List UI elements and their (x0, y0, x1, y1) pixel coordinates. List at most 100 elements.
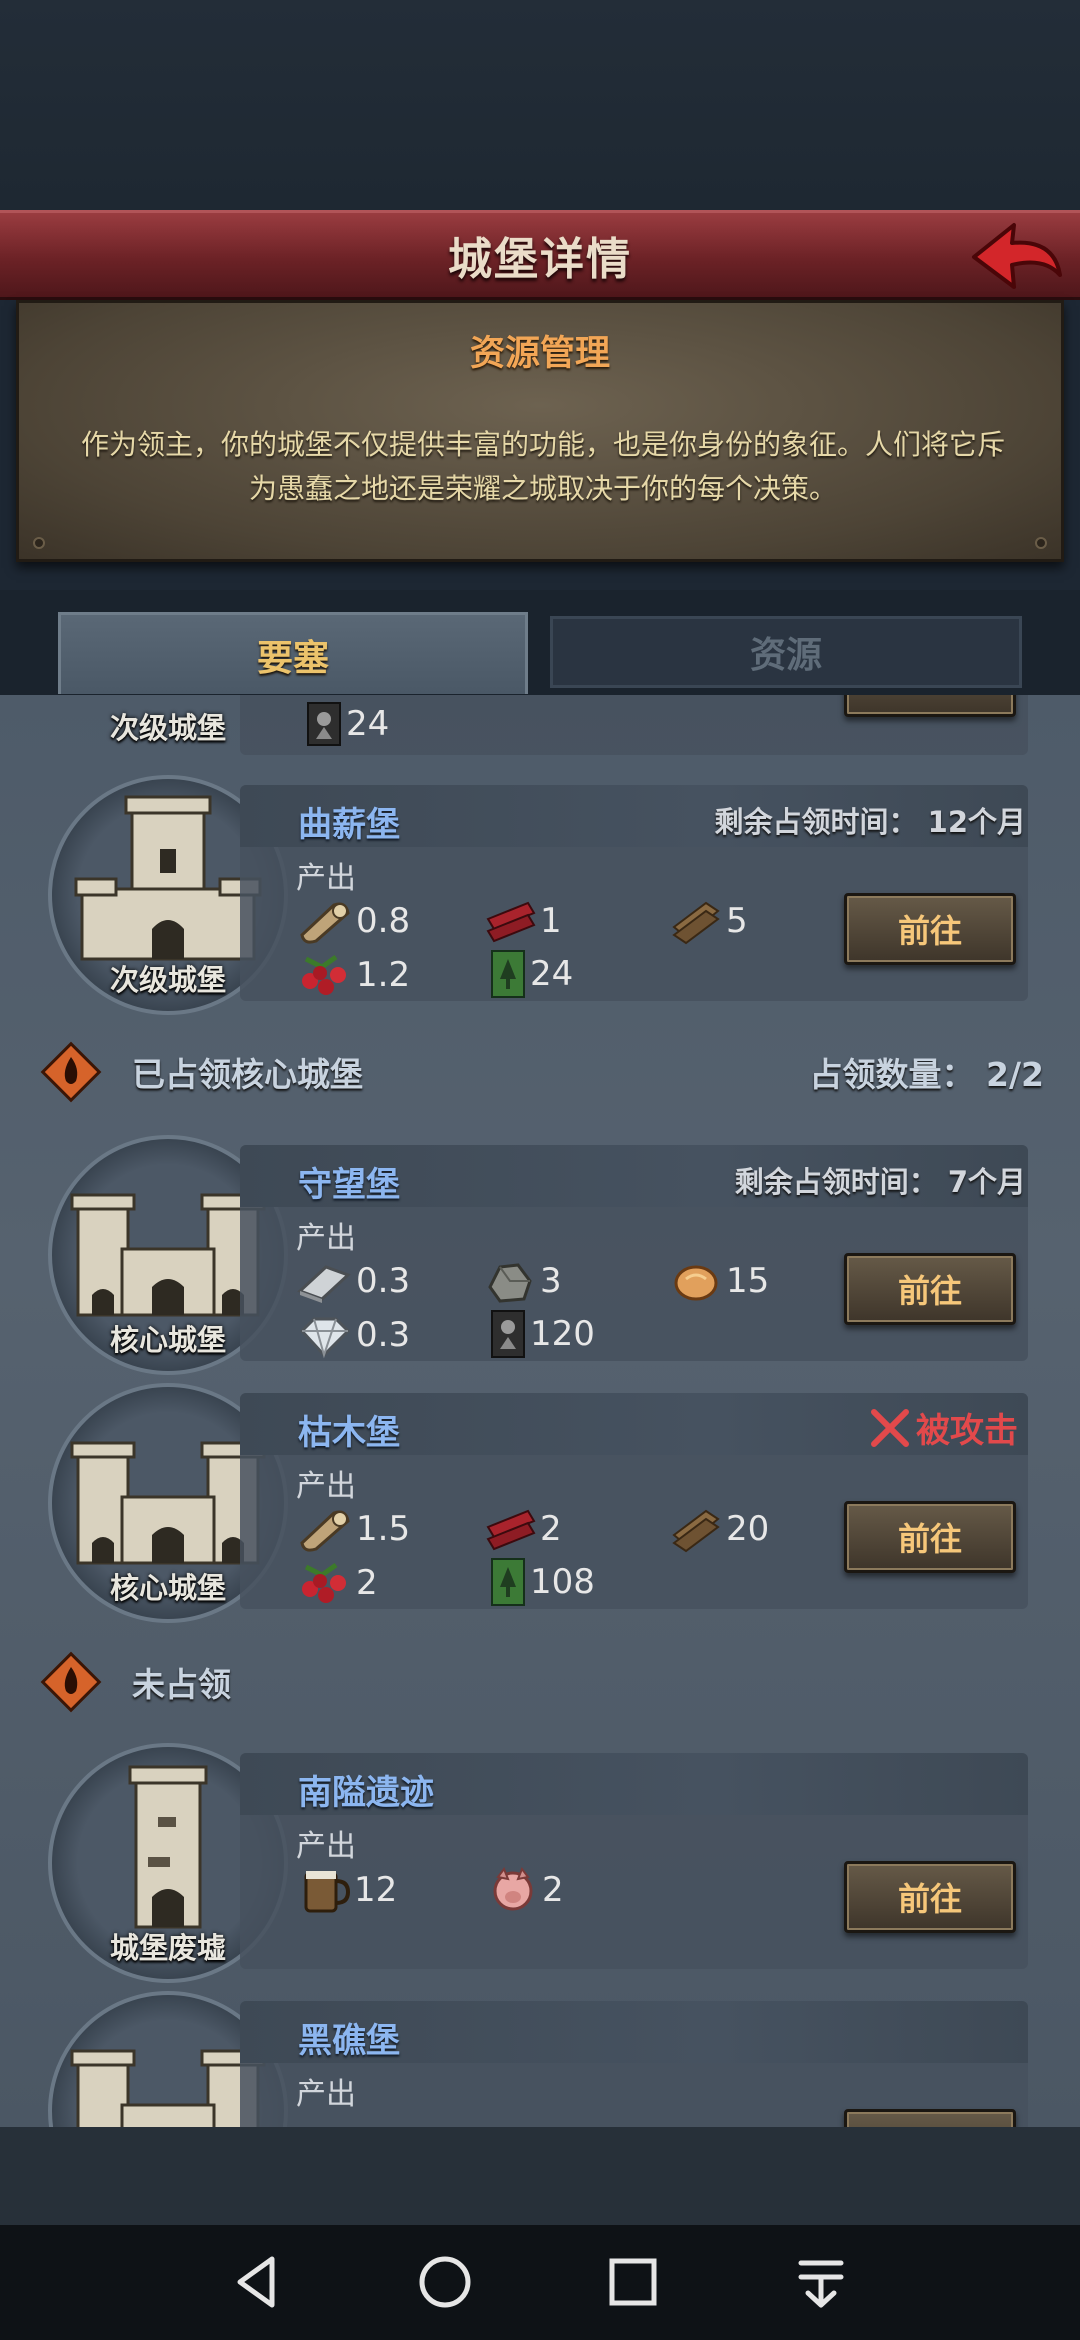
go-button[interactable]: 前往 (844, 1861, 1016, 1933)
iron-ingot-icon (297, 1265, 351, 1303)
resource-item: 0.3 (296, 1311, 410, 1359)
red-plank-icon (486, 1509, 536, 1551)
resource-item: 3 (484, 1257, 562, 1305)
green-banner-icon (491, 950, 525, 998)
wood-log-icon (300, 1510, 350, 1552)
under-attack-label: 被攻击 (916, 1411, 1018, 1451)
bottom-panel (0, 2127, 1080, 2225)
castle-name: 南隘遗迹 (298, 1773, 434, 1813)
remaining-time: 剩余占领时间： 7个月 (735, 1159, 1026, 1201)
resource-value: 120 (530, 1314, 595, 1354)
remaining-time-label: 剩余占领时间： (734, 1165, 938, 1199)
fire-emblem-icon (40, 1041, 102, 1103)
castle-card[interactable]: 曲薪堡 剩余占领时间： 12个月 产出 0.8 1 5 1.2 24 前往 (240, 785, 1028, 1001)
resource-item: 24 (306, 701, 389, 747)
resource-value: 5 (726, 901, 748, 941)
red-plank-icon (486, 901, 536, 943)
section-title: 已占领核心城堡 (132, 1055, 363, 1094)
go-button[interactable] (844, 2109, 1016, 2127)
resource-value: 24 (346, 704, 390, 744)
bread-icon (674, 1265, 718, 1301)
status-bar-area (0, 0, 1080, 210)
dark-banner-icon (491, 1310, 525, 1358)
go-button[interactable]: 前往 (844, 893, 1016, 965)
go-button[interactable]: 前往 (844, 1501, 1016, 1573)
title-bar: 城堡详情 (0, 210, 1080, 300)
wood-log-icon (300, 902, 350, 944)
resource-value: 0.8 (356, 901, 411, 941)
remaining-time-value: 7个月 (947, 1165, 1026, 1199)
section-header-occupied-core: 已占领核心城堡 占领数量： 2/2 (40, 1040, 1050, 1104)
resource-value: 2 (542, 1870, 564, 1910)
resource-item: 1.5 (296, 1505, 410, 1553)
info-description: 作为领主，你的城堡不仅提供丰富的功能，也是你身份的象征。人们将它斥为愚蠢之地还是… (80, 428, 1005, 505)
castle-name: 黑礁堡 (298, 2021, 400, 2061)
castle-name: 枯木堡 (298, 1413, 400, 1453)
resource-item: 5 (670, 897, 748, 945)
section-header-unoccupied: 未占领 (40, 1650, 1050, 1714)
remaining-time-value: 12个月 (927, 805, 1026, 839)
resource-item: 108 (490, 1557, 595, 1607)
resource-item: 20 (670, 1505, 769, 1553)
rivet-icon (33, 537, 45, 549)
resource-value: 108 (530, 1562, 595, 1602)
under-attack-status: 被攻击 (870, 1403, 1018, 1452)
resource-item: 0.3 (296, 1257, 410, 1305)
resource-value: 1 (540, 901, 562, 941)
go-button[interactable] (844, 695, 1016, 717)
remaining-time-label: 剩余占领时间： (714, 805, 918, 839)
resource-value: 15 (726, 1261, 770, 1301)
resource-item: 2 (488, 1865, 564, 1915)
resource-item: 1.2 (296, 951, 410, 999)
nav-back-icon[interactable] (222, 2247, 292, 2317)
page-title: 城堡详情 (448, 234, 632, 285)
nav-home-icon[interactable] (410, 2247, 480, 2317)
crossed-swords-icon (871, 1408, 909, 1447)
resource-item: 0.8 (296, 897, 410, 945)
castle-name: 守望堡 (298, 1165, 400, 1205)
output-label: 产出 (296, 1221, 356, 1256)
system-nav-bar (0, 2225, 1080, 2340)
wood-board-icon (672, 901, 720, 945)
output-label: 产出 (296, 861, 356, 896)
stone-ore-icon (488, 1263, 532, 1303)
occupied-count-value: 2/2 (986, 1055, 1044, 1094)
remaining-time: 剩余占领时间： 12个月 (715, 799, 1026, 841)
resource-value: 2 (540, 1509, 562, 1549)
castle-card-partial: 24 (240, 695, 1028, 755)
tab-resources[interactable]: 资源 (550, 616, 1022, 688)
resource-item: 120 (490, 1309, 595, 1359)
castle-list[interactable]: 24 次级城堡 次级城堡 曲薪堡 剩余占领时间： 12个月 产出 0.8 1 5… (0, 695, 1080, 2127)
castle-type-label: 次级城堡 (109, 711, 226, 745)
castle-card[interactable]: 枯木堡 被攻击 产出 1.5 2 20 2 108 前往 (240, 1393, 1028, 1609)
diamond-icon (299, 1317, 351, 1359)
nav-recents-icon[interactable] (598, 2247, 668, 2317)
resource-value: 0.3 (356, 1315, 411, 1355)
resource-value: 0.3 (356, 1261, 411, 1301)
resource-value: 2 (356, 1563, 378, 1603)
resource-item: 1 (484, 897, 562, 945)
green-banner-icon (491, 1558, 525, 1606)
berries-icon (302, 1562, 346, 1603)
output-label: 产出 (296, 1829, 356, 1864)
ale-mug-icon (304, 1871, 350, 1913)
resource-value: 12 (354, 1870, 398, 1910)
resource-item: 2 (296, 1559, 378, 1607)
nav-notification-pull-icon[interactable] (786, 2247, 856, 2317)
back-arrow-icon[interactable] (966, 217, 1066, 297)
info-panel: 资源管理 作为领主，你的城堡不仅提供丰富的功能，也是你身份的象征。人们将它斥为愚… (16, 300, 1064, 562)
resource-item: 2 (484, 1505, 562, 1553)
tab-fortress[interactable]: 要塞 (58, 612, 528, 694)
pig-icon (493, 1866, 533, 1911)
resource-value: 24 (530, 954, 574, 994)
output-label: 产出 (296, 1469, 356, 1504)
rivet-icon (1035, 537, 1047, 549)
occupied-count-label: 占领数量： (809, 1055, 975, 1094)
info-title: 资源管理 (469, 334, 610, 374)
resource-item: 12 (300, 1865, 397, 1915)
castle-card[interactable]: 黑礁堡 产出 (240, 2001, 1028, 2127)
go-button[interactable]: 前往 (844, 1253, 1016, 1325)
castle-card[interactable]: 守望堡 剩余占领时间： 7个月 产出 0.3 3 15 0.3 120 前往 (240, 1145, 1028, 1361)
castle-card[interactable]: 南隘遗迹 产出 12 2 前往 (240, 1753, 1028, 1969)
resource-value: 1.5 (356, 1509, 411, 1549)
